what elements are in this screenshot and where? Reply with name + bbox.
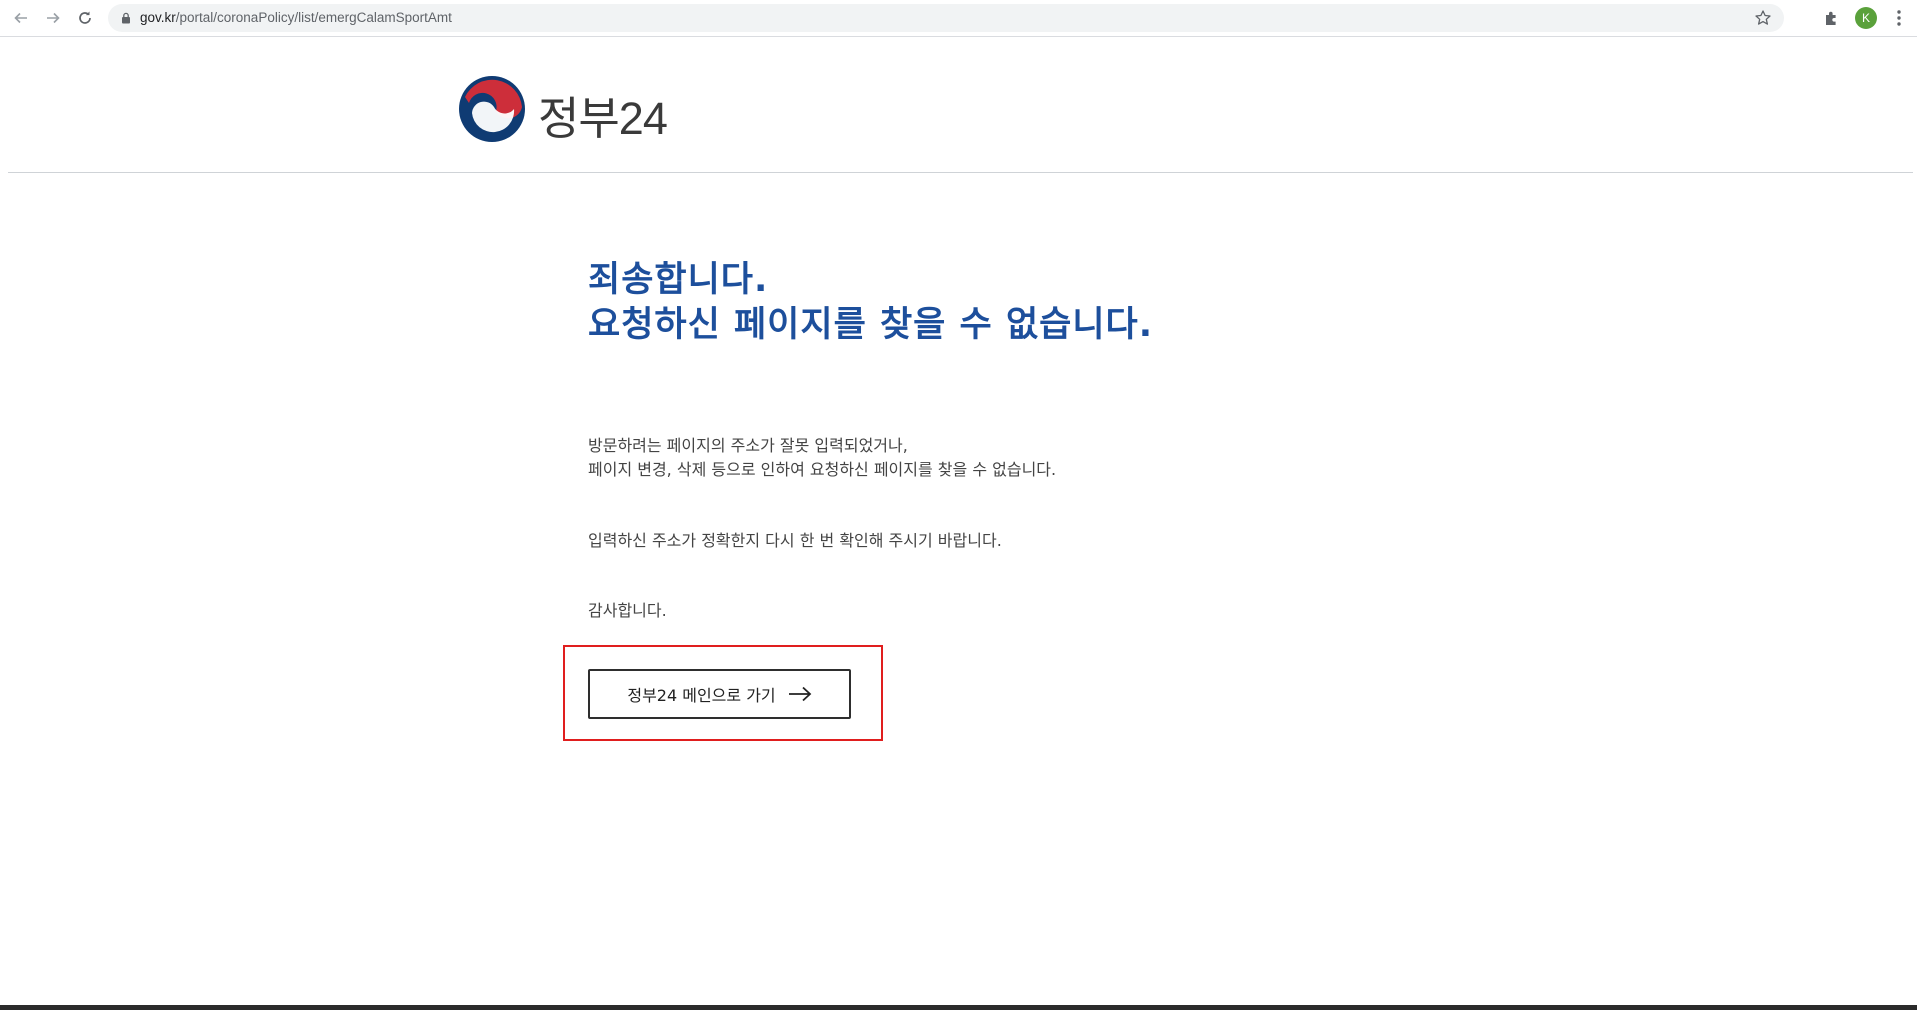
bookmark-star-icon[interactable] bbox=[1754, 9, 1772, 27]
error-description-line2: 페이지 변경, 삭제 등으로 인하여 요청하신 페이지를 찾을 수 없습니다. bbox=[588, 460, 1057, 479]
lock-icon[interactable] bbox=[120, 12, 132, 24]
gov24-logo[interactable]: 정부24 bbox=[448, 72, 668, 152]
error-title: 죄송합니다. 요청하신 페이지를 찾을 수 없습니다. bbox=[588, 258, 1153, 348]
error-description: 방문하려는 페이지의 주소가 잘못 입력되었거나, 페이지 변경, 삭제 등으로… bbox=[588, 434, 1056, 482]
site-header: 정부24 bbox=[8, 37, 1913, 173]
profile-avatar[interactable]: K bbox=[1855, 7, 1877, 29]
url-text[interactable]: gov.kr/portal/coronaPolicy/list/emergCal… bbox=[140, 10, 452, 25]
taegeuk-emblem-icon bbox=[459, 76, 525, 142]
back-icon[interactable] bbox=[9, 6, 33, 30]
thanks-text: 감사합니다. bbox=[588, 601, 667, 620]
url-host: gov.kr bbox=[140, 10, 176, 25]
go-to-main-button[interactable]: 정부24 메인으로 가기 bbox=[588, 669, 851, 719]
browser-toolbar: gov.kr/portal/coronaPolicy/list/emergCal… bbox=[0, 0, 1917, 37]
extensions-puzzle-icon[interactable] bbox=[1822, 8, 1842, 28]
check-address-text: 입력하신 주소가 정확한지 다시 한 번 확인해 주시기 바랍니다. bbox=[588, 531, 1002, 550]
taskbar-edge bbox=[0, 1005, 1917, 1010]
go-to-main-button-label: 정부24 메인으로 가기 bbox=[627, 686, 776, 705]
reload-icon[interactable] bbox=[73, 6, 97, 30]
error-description-line1: 방문하려는 페이지의 주소가 잘못 입력되었거나, bbox=[588, 436, 908, 455]
error-title-line2: 요청하신 페이지를 찾을 수 없습니다. bbox=[588, 305, 1154, 345]
url-path: /portal/coronaPolicy/list/emergCalamSpor… bbox=[175, 10, 452, 25]
forward-icon[interactable] bbox=[41, 6, 65, 30]
arrow-right-icon bbox=[788, 686, 811, 702]
error-title-line1: 죄송합니다. bbox=[588, 260, 769, 300]
browser-menu-icon[interactable] bbox=[1892, 8, 1906, 28]
address-bar[interactable]: gov.kr/portal/coronaPolicy/list/emergCal… bbox=[108, 4, 1784, 32]
logo-text: 정부24 bbox=[538, 93, 668, 144]
